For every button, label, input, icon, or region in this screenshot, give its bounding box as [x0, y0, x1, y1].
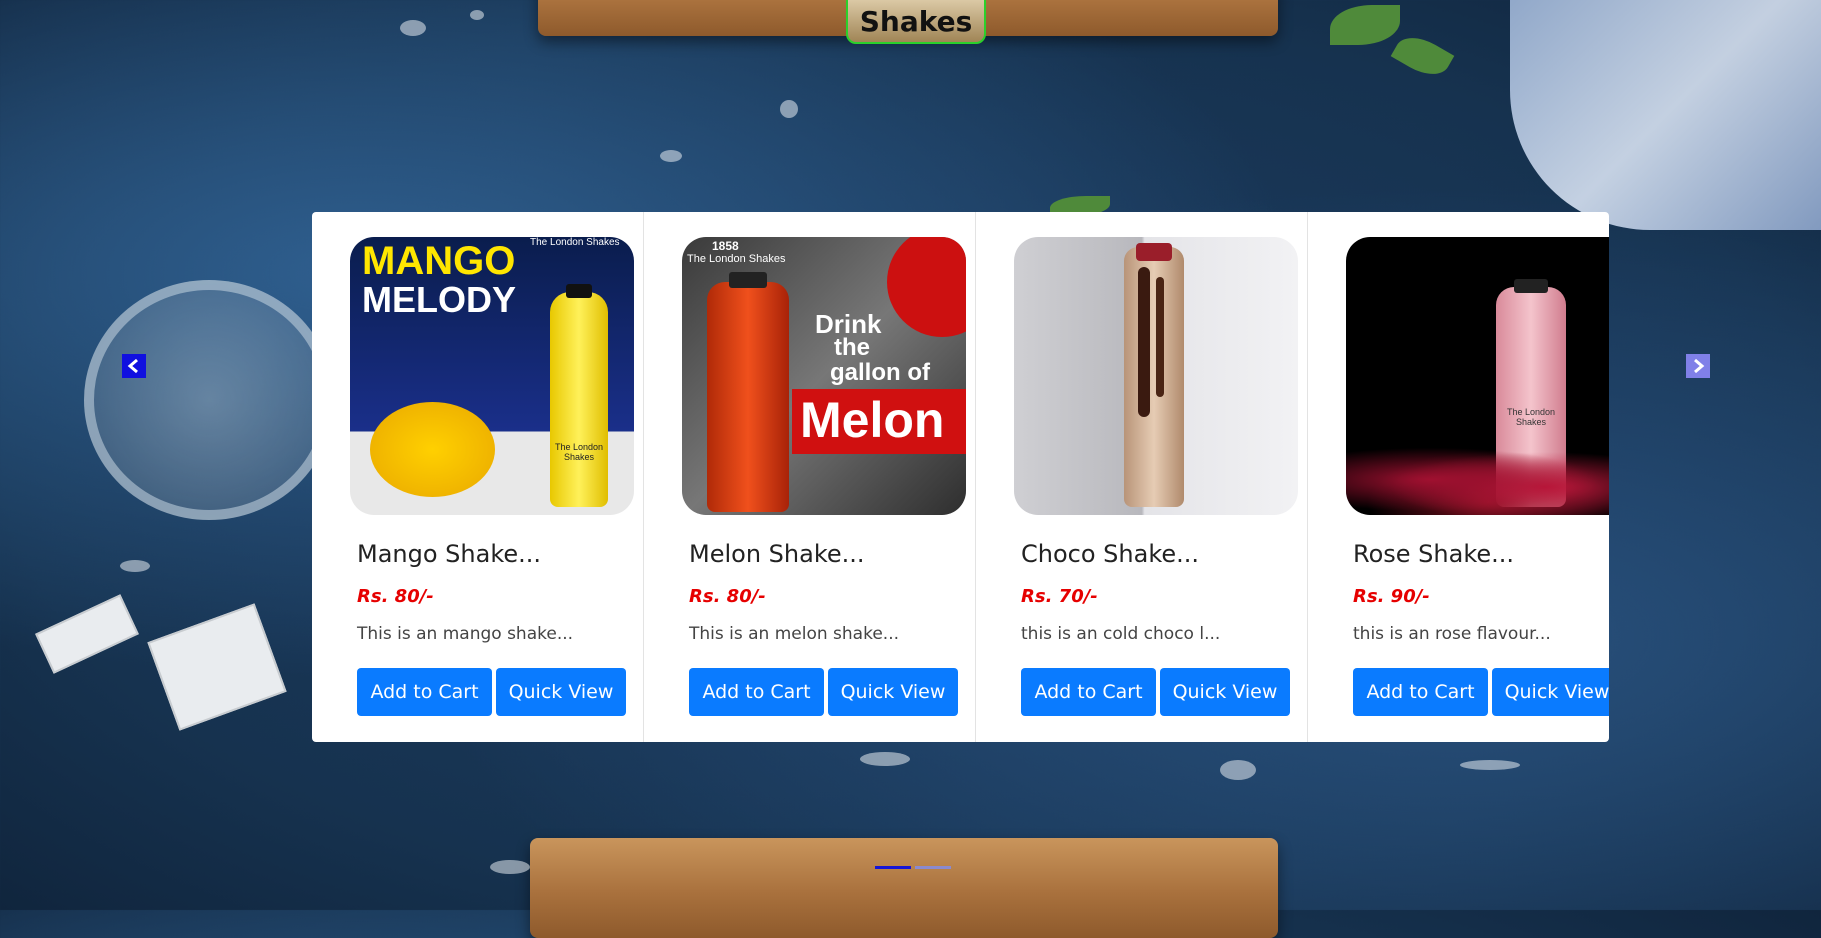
quick-view-button[interactable]: Quick View: [1492, 668, 1609, 716]
carousel-indicator[interactable]: [915, 866, 951, 869]
product-description: This is an melon shake...: [689, 624, 900, 644]
add-to-cart-button[interactable]: Add to Cart: [357, 668, 492, 716]
product-title: Mango Shake...: [357, 540, 542, 568]
product-card: MANGO MELODY The London Shakes The Londo…: [312, 212, 644, 742]
product-title: Rose Shake...: [1353, 540, 1515, 568]
product-price: Rs. 80/-: [357, 586, 434, 607]
product-image[interactable]: 1858 The London Shakes Drink the gallon …: [682, 237, 966, 515]
image-headline: MANGO: [362, 239, 516, 283]
add-to-cart-button[interactable]: Add to Cart: [1021, 668, 1156, 716]
product-card: 1858 The London Shakes Drink the gallon …: [644, 212, 976, 742]
product-image[interactable]: The London Shakes: [1346, 237, 1609, 515]
image-brand: The London Shakes: [530, 237, 620, 248]
product-description: this is an rose flavour...: [1353, 624, 1551, 644]
chevron-left-icon: [127, 358, 138, 374]
quick-view-button[interactable]: Quick View: [1160, 668, 1290, 716]
quick-view-button[interactable]: Quick View: [828, 668, 958, 716]
rose-petals: [1346, 442, 1609, 515]
product-carousel: MANGO MELODY The London Shakes The Londo…: [312, 212, 1609, 742]
image-brand: The London Shakes: [687, 253, 786, 265]
mango: [370, 402, 495, 497]
carousel-next-button[interactable]: [1686, 354, 1710, 378]
product-price: Rs. 90/-: [1353, 586, 1430, 607]
product-title: Choco Shake...: [1021, 540, 1200, 568]
carousel-indicator[interactable]: [875, 866, 911, 869]
section-title: Shakes: [846, 0, 986, 44]
image-text: gallon of: [830, 359, 930, 386]
bottle-label: The London Shakes: [554, 442, 604, 462]
melon-banner: Melon: [792, 389, 966, 454]
bottle-label: The London Shakes: [1506, 407, 1556, 427]
product-image[interactable]: [1014, 237, 1298, 515]
product-image[interactable]: MANGO MELODY The London Shakes The Londo…: [350, 237, 634, 515]
carousel-indicators: [875, 866, 951, 869]
image-year: 1858: [712, 239, 739, 253]
image-text: Melon: [800, 392, 945, 448]
bottle: [1124, 243, 1184, 507]
bottle: The London Shakes: [550, 284, 608, 507]
bottle: [707, 272, 789, 512]
image-headline: MELODY: [362, 279, 517, 320]
product-price: Rs. 80/-: [689, 586, 766, 607]
product-card: Choco Shake... Rs. 70/- this is an cold …: [976, 212, 1308, 742]
product-card: The London Shakes Rose Shake... Rs. 90/-…: [1308, 212, 1609, 742]
quick-view-button[interactable]: Quick View: [496, 668, 626, 716]
carousel-prev-button[interactable]: [122, 354, 146, 378]
image-text: the: [834, 334, 870, 361]
product-title: Melon Shake...: [689, 540, 865, 568]
red-circle: [887, 237, 966, 337]
product-price: Rs. 70/-: [1021, 586, 1098, 607]
product-description: this is an cold choco l...: [1021, 624, 1221, 644]
chevron-right-icon: [1694, 358, 1705, 374]
product-description: This is an mango shake...: [357, 624, 574, 644]
add-to-cart-button[interactable]: Add to Cart: [689, 668, 824, 716]
add-to-cart-button[interactable]: Add to Cart: [1353, 668, 1488, 716]
